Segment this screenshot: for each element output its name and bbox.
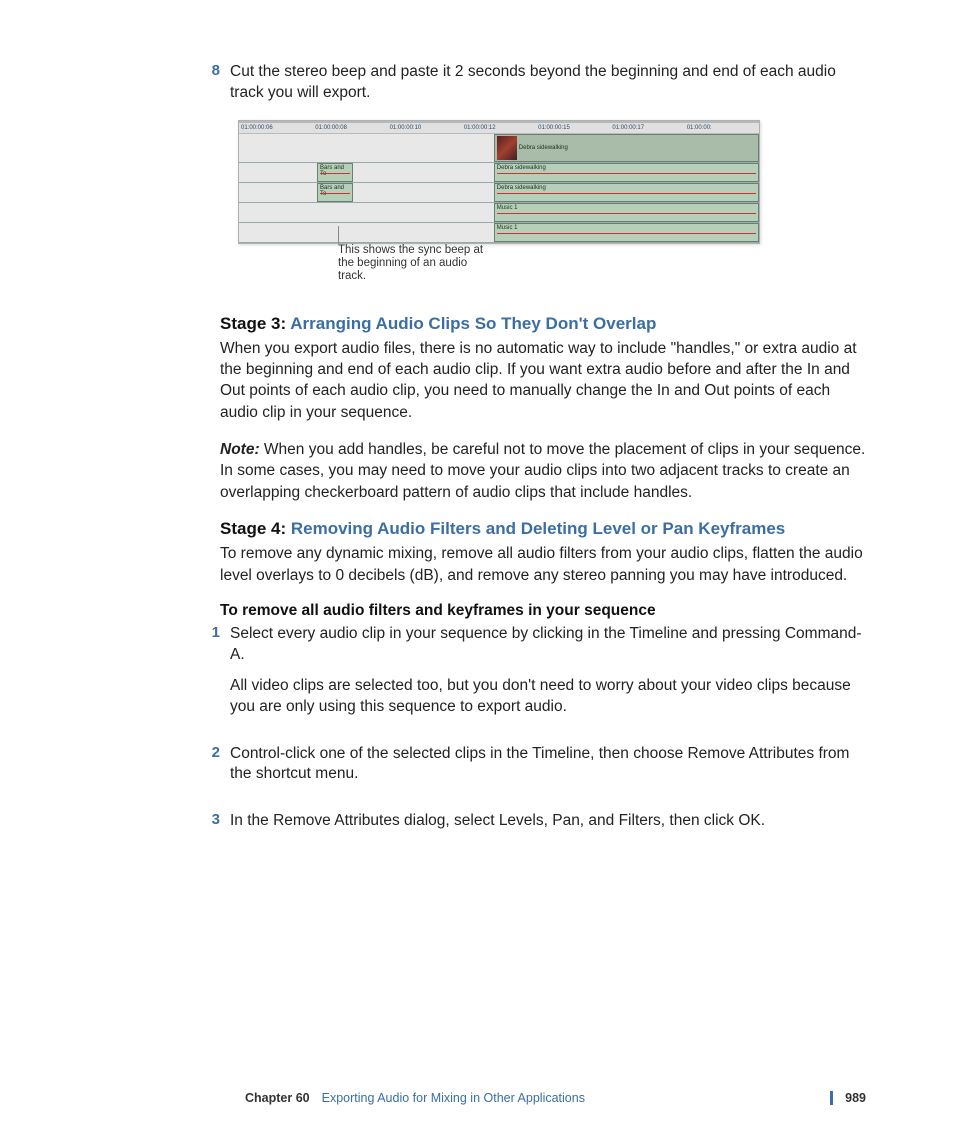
- step-text: In the Remove Attributes dialog, select …: [230, 811, 765, 832]
- procedure-step-1: 1 Select every audio clip in your sequen…: [220, 624, 866, 728]
- stage-3-note: Note: When you add handles, be careful n…: [220, 439, 866, 503]
- procedure-step-3: 3 In the Remove Attributes dialog, selec…: [220, 811, 866, 842]
- timeline-ruler: 01:00:00:06 01:00:00:08 01:00:00:10 01:0…: [239, 121, 759, 134]
- step-text: Select every audio clip in your sequence…: [230, 624, 866, 666]
- step-number: 3: [192, 811, 230, 842]
- music-clip: Music 1: [494, 223, 759, 242]
- step-number: 2: [192, 744, 230, 796]
- audio-track-1: Bars and To Debra sidewalking: [239, 163, 759, 183]
- step-number: 8: [192, 62, 230, 104]
- footer-chapter: Chapter 60: [245, 1091, 310, 1105]
- stage-4-body: To remove any dynamic mixing, remove all…: [220, 543, 866, 586]
- video-thumbnail: [497, 136, 517, 160]
- callout-line: [338, 226, 339, 244]
- footer-title: Exporting Audio for Mixing in Other Appl…: [322, 1091, 819, 1105]
- sync-beep-clip: Bars and To: [317, 183, 353, 202]
- audio-track-4: Music 1: [239, 223, 759, 243]
- step-number: 1: [192, 624, 230, 728]
- music-clip: Music 1: [494, 203, 759, 222]
- callout-text: This shows the sync beep at the beginnin…: [338, 244, 488, 284]
- timeline-figure: 01:00:00:06 01:00:00:08 01:00:00:10 01:0…: [238, 120, 758, 284]
- footer-divider: [830, 1091, 833, 1105]
- procedure-step-2: 2 Control-click one of the selected clip…: [220, 744, 866, 796]
- procedure-subhead: To remove all audio filters and keyframe…: [220, 602, 866, 620]
- stage-4-heading: Stage 4: Removing Audio Filters and Dele…: [220, 519, 866, 539]
- sync-beep-clip: Bars and To: [317, 163, 353, 182]
- audio-clip: Debra sidewalking: [494, 183, 759, 202]
- footer-page-number: 989: [845, 1091, 866, 1105]
- stage-3-body: When you export audio files, there is no…: [220, 338, 866, 424]
- video-track: Debra sidewalking: [239, 134, 759, 163]
- audio-track-2: Bars and To Debra sidewalking: [239, 183, 759, 203]
- step-text: All video clips are selected too, but yo…: [230, 676, 866, 718]
- page-footer: Chapter 60 Exporting Audio for Mixing in…: [0, 1091, 954, 1105]
- step-text: Cut the stereo beep and paste it 2 secon…: [230, 62, 866, 104]
- video-clip: Debra sidewalking: [494, 134, 759, 162]
- step-8: 8 Cut the stereo beep and paste it 2 sec…: [220, 62, 866, 104]
- stage-3-heading: Stage 3: Arranging Audio Clips So They D…: [220, 314, 866, 334]
- audio-track-3: Music 1: [239, 203, 759, 223]
- step-text: Control-click one of the selected clips …: [230, 744, 866, 786]
- audio-clip: Debra sidewalking: [494, 163, 759, 182]
